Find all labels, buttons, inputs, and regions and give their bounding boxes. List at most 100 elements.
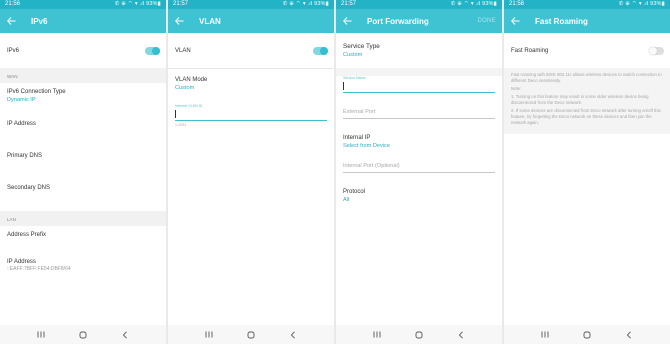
secondary-dns-row: Secondary DNS bbox=[0, 181, 166, 211]
home-icon[interactable] bbox=[246, 330, 256, 340]
fast-roaming-info: Fast roaming with IEEE 802.11r allows wi… bbox=[504, 68, 670, 134]
address-prefix-row: Address Prefix bbox=[0, 226, 166, 259]
page-title: IPv6 bbox=[31, 16, 48, 26]
recents-icon[interactable] bbox=[204, 330, 214, 340]
nav-back-icon[interactable] bbox=[456, 330, 466, 340]
screenshot-collage: 21:56 ✆ ⊕ ⌔ ▾ .ıl 93%▮ IPv6 IPv6 WAN IPv… bbox=[0, 0, 670, 344]
ipv6-toggle-row[interactable]: IPv6 bbox=[0, 33, 166, 68]
vlan-mode-value: Custom bbox=[175, 85, 195, 91]
home-icon[interactable] bbox=[414, 330, 424, 340]
ipv6-content: IPv6 WAN IPv6 Connection Type Dynamic IP… bbox=[0, 33, 166, 325]
fast-roaming-toggle[interactable] bbox=[649, 47, 664, 55]
done-button[interactable]: DONE bbox=[477, 18, 496, 24]
system-nav-bar bbox=[336, 325, 502, 344]
recents-icon[interactable] bbox=[36, 330, 46, 340]
status-bar: 21:57 ✆ ⊕ ⌔ ▾ .ıl 93%▮ bbox=[336, 0, 502, 9]
internal-ip-value[interactable]: Select from Device bbox=[343, 143, 495, 149]
secondary-dns-label: Secondary DNS bbox=[7, 185, 51, 191]
page-title: Port Forwarding bbox=[367, 16, 429, 26]
vlan-content: VLAN VLAN Mode Custom Internet VLAN ID 1… bbox=[168, 33, 334, 325]
status-icons: ✆ ⊕ ⌔ ▾ .ıl 93%▮ bbox=[450, 1, 497, 7]
ipv6-label: IPv6 bbox=[7, 47, 20, 54]
status-bar: 21:58 ✆ ⊕ ⌔ ▾ .ıl 93%▮ bbox=[504, 0, 670, 9]
fast-roaming-toggle-row[interactable]: Fast Roaming bbox=[504, 33, 670, 68]
input-underline bbox=[175, 120, 327, 121]
status-time: 21:57 bbox=[173, 1, 189, 7]
back-arrow-icon[interactable] bbox=[342, 16, 352, 26]
vlan-mode-label: VLAN Mode bbox=[175, 77, 208, 83]
external-port-field[interactable]: External Port bbox=[343, 109, 495, 119]
internet-vlan-id-field[interactable]: Internet VLAN ID 1-4094 bbox=[175, 104, 327, 127]
connection-type-row[interactable]: IPv6 Connection Type Dynamic IP bbox=[0, 83, 166, 116]
external-port-placeholder: External Port bbox=[343, 109, 376, 115]
service-type-row[interactable]: Service Type Custom bbox=[336, 33, 502, 68]
home-icon[interactable] bbox=[78, 330, 88, 340]
note-1: 1. Turning on this feature may result in… bbox=[511, 94, 649, 105]
page-title: Fast Roaming bbox=[535, 16, 588, 26]
status-time: 21:56 bbox=[5, 1, 21, 7]
app-bar: Port Forwarding DONE bbox=[336, 9, 502, 33]
fast-roaming-screen: 21:58 ✆ ⊕ ⌔ ▾ .ıl 93%▮ Fast Roaming Fast… bbox=[504, 0, 670, 344]
primary-dns-row: Primary DNS bbox=[0, 149, 166, 181]
primary-dns-label: Primary DNS bbox=[7, 153, 43, 159]
protocol-row[interactable]: Protocol All bbox=[336, 173, 502, 203]
internet-vlan-id-label: Internet VLAN ID bbox=[175, 104, 203, 108]
status-icons: ✆ ⊕ ⌔ ▾ .ıl 93%▮ bbox=[618, 1, 665, 7]
lan-section-header: LAN bbox=[0, 211, 166, 226]
description-text: Fast roaming with IEEE 802.11r allows wi… bbox=[511, 72, 662, 83]
status-icons: ✆ ⊕ ⌔ ▾ .ıl 93%▮ bbox=[282, 1, 329, 7]
service-type-value: Custom bbox=[343, 52, 363, 58]
vlan-toggle[interactable] bbox=[313, 47, 328, 55]
system-nav-bar bbox=[504, 325, 670, 344]
internal-ip-row[interactable]: Internal IP Select from Device bbox=[336, 119, 502, 161]
ip-address-row: IP Address bbox=[0, 116, 166, 149]
back-arrow-icon[interactable] bbox=[174, 16, 184, 26]
back-arrow-icon[interactable] bbox=[510, 16, 520, 26]
service-name-label: Service Name bbox=[343, 76, 366, 80]
system-nav-bar bbox=[168, 325, 334, 344]
ip-address-label: IP Address bbox=[7, 121, 36, 127]
app-bar: Fast Roaming bbox=[504, 9, 670, 33]
status-bar: 21:57 ✆ ⊕ ⌔ ▾ .ıl 93%▮ bbox=[168, 0, 334, 9]
vlan-screen: 21:57 ✆ ⊕ ⌔ ▾ .ıl 93%▮ VLAN VLAN VLAN Mo… bbox=[168, 0, 334, 344]
status-icons: ✆ ⊕ ⌔ ▾ .ıl 93%▮ bbox=[114, 1, 161, 7]
text-cursor bbox=[343, 82, 344, 90]
lan-ip-row: IP Address ::EAFF:7BFF:FE54:DBF8/64 bbox=[0, 259, 166, 272]
connection-type-label: IPv6 Connection Type bbox=[7, 89, 66, 95]
lan-ip-value: ::EAFF:7BFF:FE54:DBF8/64 bbox=[7, 266, 71, 272]
protocol-value: All bbox=[343, 197, 350, 203]
note-label: Note: bbox=[511, 86, 522, 91]
fast-roaming-content: Fast Roaming Fast roaming with IEEE 802.… bbox=[504, 33, 670, 325]
ipv6-screen: 21:56 ✆ ⊕ ⌔ ▾ .ıl 93%▮ IPv6 IPv6 WAN IPv… bbox=[0, 0, 166, 344]
vlan-id-helper: 1-4094 bbox=[175, 123, 187, 127]
vlan-mode-row[interactable]: VLAN Mode Custom bbox=[168, 69, 334, 104]
port-forwarding-screen: 21:57 ✆ ⊕ ⌔ ▾ .ıl 93%▮ Port Forwarding D… bbox=[336, 0, 502, 344]
section-spacer bbox=[336, 68, 502, 76]
nav-back-icon[interactable] bbox=[120, 330, 130, 340]
recents-icon[interactable] bbox=[372, 330, 382, 340]
ipv6-toggle[interactable] bbox=[145, 47, 160, 55]
page-title: VLAN bbox=[199, 16, 221, 26]
note-2: 2. If some devices are disconnected from… bbox=[511, 108, 661, 125]
fast-roaming-label: Fast Roaming bbox=[511, 47, 549, 54]
port-forwarding-content: Service Type Custom Service Name Externa… bbox=[336, 33, 502, 325]
status-time: 21:58 bbox=[509, 1, 525, 7]
app-bar: IPv6 bbox=[0, 9, 166, 33]
system-nav-bar bbox=[0, 325, 166, 344]
connection-type-value: Dynamic IP bbox=[7, 97, 36, 103]
protocol-label: Protocol bbox=[343, 189, 366, 195]
back-arrow-icon[interactable] bbox=[6, 16, 16, 26]
fast-roaming-description: Fast roaming with IEEE 802.11r allows wi… bbox=[504, 72, 670, 126]
service-type-label: Service Type bbox=[343, 43, 380, 50]
recents-icon[interactable] bbox=[540, 330, 550, 340]
status-bar: 21:56 ✆ ⊕ ⌔ ▾ .ıl 93%▮ bbox=[0, 0, 166, 9]
app-bar: VLAN bbox=[168, 9, 334, 33]
service-name-field[interactable]: Service Name bbox=[343, 76, 495, 93]
vlan-label: VLAN bbox=[175, 47, 191, 54]
internal-port-field[interactable]: Internal Port (Optional) bbox=[343, 163, 495, 173]
nav-back-icon[interactable] bbox=[288, 330, 298, 340]
internal-ip-label: Internal IP bbox=[343, 135, 371, 141]
vlan-toggle-row[interactable]: VLAN bbox=[168, 33, 334, 68]
nav-back-icon[interactable] bbox=[624, 330, 634, 340]
home-icon[interactable] bbox=[582, 330, 592, 340]
